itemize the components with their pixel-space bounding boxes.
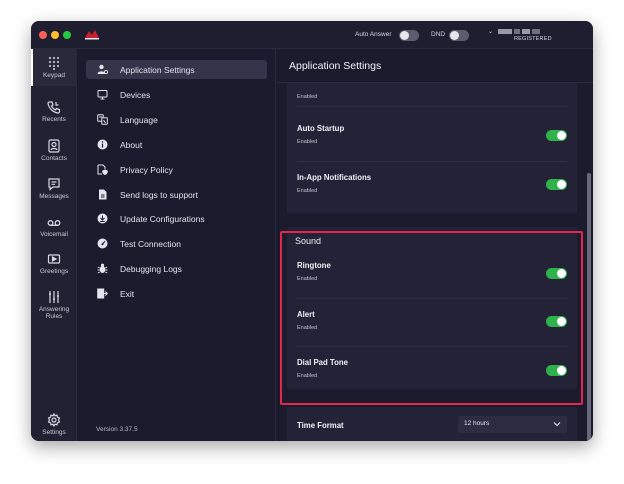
menu-item-privacy-policy[interactable]: Privacy Policy <box>86 160 267 179</box>
row-divider <box>297 106 567 107</box>
time-format-label: Time Format <box>297 421 344 430</box>
time-format-value: 12 hours <box>464 420 490 427</box>
menu-item-send-logs[interactable]: Send logs to support <box>86 185 267 204</box>
keypad-icon <box>49 57 59 70</box>
auto-answer-label: Auto Answer <box>355 31 392 38</box>
menu-item-label: About <box>120 140 143 150</box>
menu-item-debugging-logs[interactable]: Debugging Logs <box>86 259 267 278</box>
bug-icon <box>97 263 108 274</box>
setting-status: Enabled <box>297 94 318 100</box>
nav-recents-label: Recents <box>42 116 66 123</box>
messages-icon <box>48 178 60 191</box>
chevron-down-icon: ⌄ <box>488 29 494 35</box>
user-account-menu[interactable]: ⌄ REGISTERED <box>488 28 558 44</box>
setting-status: Enabled <box>297 139 318 145</box>
auto-startup-toggle[interactable] <box>546 130 567 141</box>
nav-contacts[interactable]: Contacts <box>31 136 77 166</box>
privacy-icon <box>97 164 108 175</box>
page-title: Application Settings <box>289 60 382 72</box>
nav-voicemail[interactable]: Voicemail <box>31 212 77 242</box>
language-icon <box>97 114 108 125</box>
nav-settings-label: Settings <box>42 429 66 436</box>
nav-messages-label: Messages <box>39 193 69 200</box>
send-logs-icon <box>99 189 107 200</box>
menu-item-update-configurations[interactable]: Update Configurations <box>86 209 267 228</box>
menu-item-label: Devices <box>120 90 151 100</box>
setting-title: Auto Startup <box>297 124 345 133</box>
menu-item-label: Test Connection <box>120 239 181 249</box>
settings-scroll-area[interactable]: Enabled Auto Startup Enabled In-App Noti… <box>277 83 593 441</box>
contacts-icon <box>48 139 60 153</box>
maximize-window-button[interactable] <box>63 31 71 39</box>
menu-item-language[interactable]: Language <box>86 110 267 129</box>
settings-content: Application Settings Enabled Auto Startu… <box>277 49 593 441</box>
in-app-notifications-toggle[interactable] <box>546 179 567 190</box>
menu-item-about[interactable]: About <box>86 135 267 154</box>
greetings-icon <box>47 254 61 264</box>
app-version: Version 3.37.5 <box>96 426 138 433</box>
app-settings-icon <box>97 64 108 75</box>
menu-item-label: Send logs to support <box>120 190 198 200</box>
title-bar: Auto Answer DND ⌄ REGISTERED <box>31 21 593 49</box>
dnd-label: DND <box>431 31 446 38</box>
time-format-card: Time Format 12 hours <box>287 407 577 441</box>
menu-item-label: Privacy Policy <box>120 165 173 175</box>
download-icon <box>97 213 108 224</box>
nav-greetings[interactable]: Greetings <box>31 249 77 279</box>
nav-contacts-label: Contacts <box>41 155 67 162</box>
toggle-knob <box>557 180 566 189</box>
voicemail-icon <box>47 220 61 226</box>
nav-greetings-label: Greetings <box>39 268 69 275</box>
app-logo-icon <box>85 30 99 40</box>
minimize-window-button[interactable] <box>51 31 59 39</box>
auto-answer-toggle[interactable] <box>399 30 419 41</box>
exit-icon <box>97 288 108 299</box>
menu-item-exit[interactable]: Exit <box>86 284 267 303</box>
menu-item-label: Language <box>120 115 158 125</box>
menu-item-label: Update Configurations <box>120 214 205 224</box>
toggle-knob <box>400 31 409 40</box>
menu-item-label: Exit <box>120 289 135 299</box>
general-settings-card: Enabled Auto Startup Enabled In-App Noti… <box>287 83 577 213</box>
nav-voicemail-label: Voicemail <box>40 231 68 238</box>
scrollbar-thumb[interactable] <box>587 173 591 441</box>
setting-status: Enabled <box>297 188 318 194</box>
gear-icon <box>47 413 61 427</box>
menu-item-test-connection[interactable]: Test Connection <box>86 234 267 253</box>
dnd-toggle[interactable] <box>449 30 469 41</box>
menu-item-application-settings[interactable]: Application Settings <box>86 60 267 79</box>
menu-item-label: Application Settings <box>120 65 195 75</box>
nav-keypad[interactable]: Keypad <box>31 49 77 86</box>
nav-recents[interactable]: Recents <box>31 97 77 127</box>
settings-menu: Application Settings Devices Language Ab… <box>78 49 276 441</box>
info-icon <box>97 139 108 150</box>
settings-row-in-app-notifications: In-App Notifications Enabled <box>287 161 577 209</box>
settings-row-partial: Enabled <box>287 83 577 100</box>
gauge-icon <box>97 238 108 249</box>
registration-status: REGISTERED <box>514 36 552 42</box>
user-name-redacted <box>498 29 546 34</box>
nav-answering-rules-label: Answering Rules <box>38 306 70 320</box>
app-window: Auto Answer DND ⌄ REGISTERED Keypad Rece… <box>31 21 593 441</box>
menu-item-label: Debugging Logs <box>120 264 182 274</box>
close-window-button[interactable] <box>39 31 47 39</box>
time-format-select[interactable]: 12 hours <box>458 416 567 433</box>
toggle-knob <box>450 31 459 40</box>
settings-row-auto-startup: Auto Startup Enabled <box>287 106 577 159</box>
devices-icon <box>97 90 108 100</box>
nav-settings[interactable]: Settings <box>31 410 77 440</box>
nav-keypad-label: Keypad <box>42 72 66 79</box>
setting-title: In-App Notifications <box>297 173 372 182</box>
content-header: Application Settings <box>277 49 593 83</box>
nav-answering-rules[interactable]: Answering Rules <box>31 287 77 327</box>
answering-rules-icon <box>49 291 59 303</box>
chevron-down-icon <box>553 422 561 427</box>
main-nav-rail: Keypad Recents Contacts Messages Voicema… <box>31 49 77 441</box>
recents-icon <box>47 101 61 114</box>
nav-messages[interactable]: Messages <box>31 174 77 204</box>
row-divider <box>297 161 567 162</box>
toggle-knob <box>557 131 566 140</box>
menu-item-devices[interactable]: Devices <box>86 85 267 104</box>
sound-section-highlight <box>280 231 583 405</box>
